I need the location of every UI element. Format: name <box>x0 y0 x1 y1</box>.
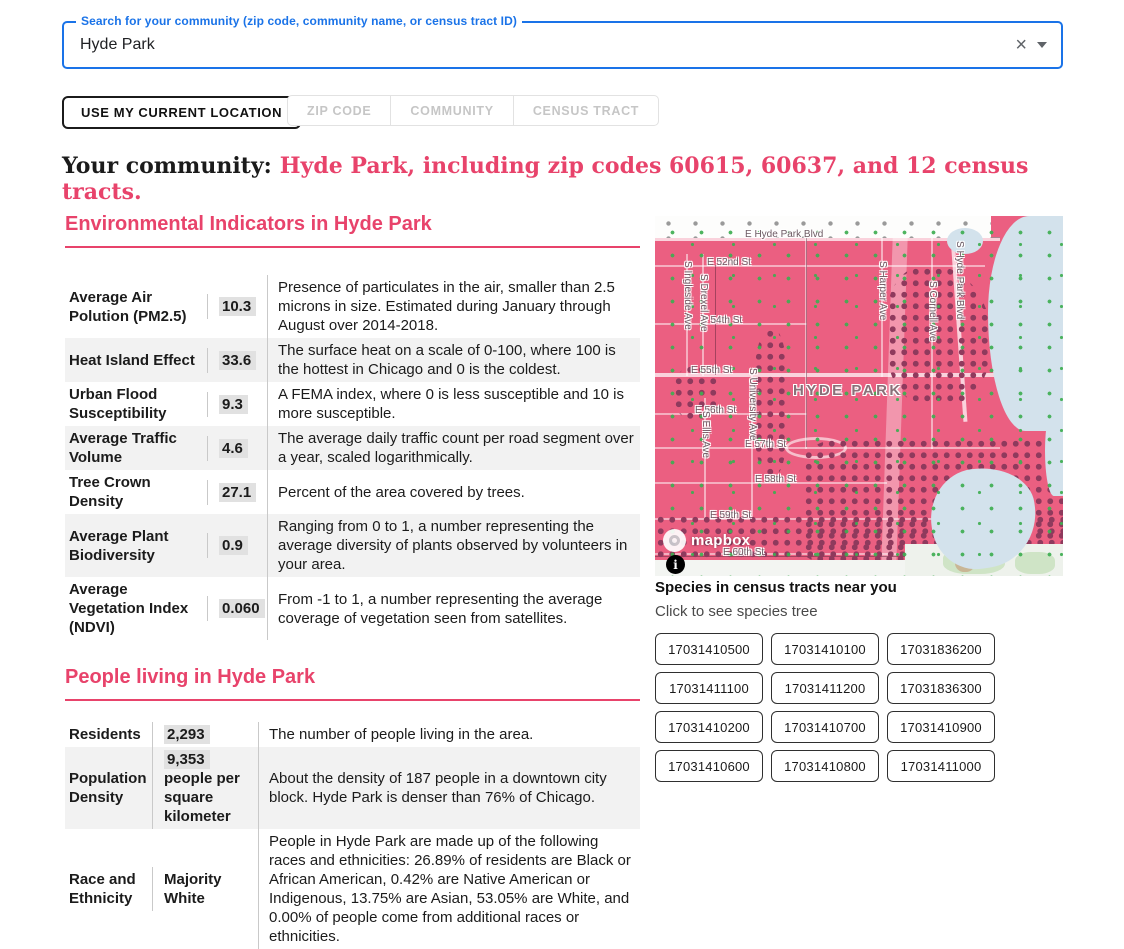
mapbox-logo[interactable]: mapbox <box>663 529 750 552</box>
indicator-label: Heat Island Effect <box>65 338 207 382</box>
census-tract-button[interactable]: 17031836200 <box>887 633 995 665</box>
map-info-button[interactable]: i <box>666 555 685 574</box>
census-tract-button[interactable]: 17031410100 <box>771 633 879 665</box>
people-description: People in Hyde Park are made up of the f… <box>258 829 640 949</box>
indicator-value: 4.6 <box>219 439 248 458</box>
tab-zip-code[interactable]: ZIP CODE <box>288 96 390 125</box>
census-tract-button[interactable]: 17031411100 <box>655 672 763 704</box>
lake-water <box>1045 406 1063 496</box>
indicator-label: Tree Crown Density <box>65 470 207 514</box>
indicator-description: From -1 to 1, a number representing the … <box>267 577 640 640</box>
people-description: About the density of 187 people in a dow… <box>258 747 640 829</box>
species-panel: Species in census tracts near you Click … <box>655 579 1065 782</box>
people-label: Race and Ethnicity <box>65 829 152 949</box>
census-tract-button[interactable]: 17031411200 <box>771 672 879 704</box>
census-tract-button[interactable]: 17031410900 <box>887 711 995 743</box>
table-row: Residents 2,293 The number of people liv… <box>65 722 640 747</box>
people-description: The number of people living in the area. <box>258 722 640 747</box>
lake-water <box>988 216 1063 431</box>
env-section-title: Environmental Indicators in Hyde Park <box>65 212 640 248</box>
tab-census-tract[interactable]: CENSUS TRACT <box>513 96 658 125</box>
street-label: S Ellis Ave <box>700 411 711 458</box>
table-row: Population Density 9,353 people per squa… <box>65 747 640 829</box>
chevron-down-icon[interactable] <box>1037 42 1047 48</box>
census-tract-button[interactable]: 17031410500 <box>655 633 763 665</box>
street-label: E Hyde Park Blvd <box>745 229 823 240</box>
people-table: Residents 2,293 The number of people liv… <box>65 722 640 949</box>
table-row: Heat Island Effect 33.6 The surface heat… <box>65 338 640 382</box>
people-value-suffix: Majority White <box>164 871 222 907</box>
indicator-description: The average daily traffic count per road… <box>267 426 640 470</box>
env-indicators-table: Average Air Polution (PM2.5) 10.3 Presen… <box>65 275 640 640</box>
census-tract-button[interactable]: 17031410200 <box>655 711 763 743</box>
community-map[interactable]: E Hyde Park Blvd E 52nd St E 54th St E 5… <box>655 216 1063 576</box>
people-value: 2,293 <box>164 725 210 744</box>
people-label: Residents <box>65 722 152 747</box>
indicator-value: 33.6 <box>219 351 256 370</box>
census-tract-button[interactable]: 17031410700 <box>771 711 879 743</box>
table-row: Average Traffic Volume 4.6 The average d… <box>65 426 640 470</box>
species-subtitle: Click to see species tree <box>655 603 1065 620</box>
tab-community[interactable]: COMMUNITY <box>390 96 512 125</box>
pond-water <box>947 228 983 254</box>
indicator-description: Presence of particulates in the air, sma… <box>267 275 640 338</box>
street-label: E 55th St <box>691 365 732 376</box>
search-field-label: Search for your community (zip code, com… <box>76 14 522 28</box>
indicator-value: 0.9 <box>219 536 248 555</box>
people-value: 9,353 <box>164 750 210 769</box>
census-tract-button[interactable]: 17031411000 <box>887 750 995 782</box>
indicator-description: Percent of the area covered by trees. <box>267 470 640 514</box>
census-tract-button[interactable]: 17031410600 <box>655 750 763 782</box>
mapbox-icon <box>663 529 686 552</box>
species-title: Species in census tracts near you <box>655 579 1065 596</box>
park-pattern <box>753 328 789 478</box>
street-label: S Hyde Park Blvd <box>954 241 965 319</box>
indicator-label: Average Traffic Volume <box>65 426 207 470</box>
census-tract-button[interactable]: 17031836300 <box>887 672 995 704</box>
street-label: S University Ave <box>747 368 758 441</box>
census-tract-grid: 17031410500 17031410100 17031836200 1703… <box>655 633 1065 782</box>
community-summary-prefix: Your community: <box>62 153 272 179</box>
community-search-field: Search for your community (zip code, com… <box>62 21 1063 69</box>
region-label: HYDE PARK <box>793 382 903 399</box>
indicator-value: 0.060 <box>219 599 265 618</box>
left-column: Environmental Indicators in Hyde Park Av… <box>65 212 640 949</box>
clear-icon[interactable]: × <box>1015 35 1027 55</box>
street-label: S Cornell Ave <box>927 281 938 341</box>
street-label: S Drexel Ave <box>698 274 709 332</box>
indicator-description: A FEMA index, where 0 is less susceptibl… <box>267 382 640 426</box>
table-row: Average Plant Biodiversity 0.9 Ranging f… <box>65 514 640 577</box>
people-section-title: People living in Hyde Park <box>65 665 640 701</box>
use-current-location-button[interactable]: USE MY CURRENT LOCATION <box>62 96 301 129</box>
indicator-value: 27.1 <box>219 483 256 502</box>
indicator-description: Ranging from 0 to 1, a number representi… <box>267 514 640 577</box>
street-label: E 59th St <box>710 510 751 521</box>
indicator-label: Average Vegetation Index (NDVI) <box>65 577 207 640</box>
table-row: Urban Flood Susceptibility 9.3 A FEMA in… <box>65 382 640 426</box>
indicator-label: Average Plant Biodiversity <box>65 514 207 577</box>
street-label: S Ingleside Ave <box>682 261 693 330</box>
people-label: Population Density <box>65 747 152 829</box>
indicator-value: 10.3 <box>219 297 256 316</box>
people-value-suffix: people per square kilometer <box>164 770 240 825</box>
table-row: Average Air Polution (PM2.5) 10.3 Presen… <box>65 275 640 338</box>
search-mode-tabs: ZIP CODE COMMUNITY CENSUS TRACT <box>287 95 659 126</box>
table-row: Race and Ethnicity Majority White People… <box>65 829 640 949</box>
indicator-label: Urban Flood Susceptibility <box>65 382 207 426</box>
community-summary: Your community:Hyde Park, including zip … <box>62 153 1062 205</box>
indicator-label: Average Air Polution (PM2.5) <box>65 275 207 338</box>
census-tract-button[interactable]: 17031410800 <box>771 750 879 782</box>
park-pattern <box>887 266 992 406</box>
table-row: Tree Crown Density 27.1 Percent of the a… <box>65 470 640 514</box>
street-label: S Harper Ave <box>877 261 888 320</box>
table-row: Average Vegetation Index (NDVI) 0.060 Fr… <box>65 577 640 640</box>
indicator-description: The surface heat on a scale of 0-100, wh… <box>267 338 640 382</box>
street-label: E 58th St <box>755 474 796 485</box>
indicator-value: 9.3 <box>219 395 248 414</box>
search-input[interactable] <box>64 36 1015 54</box>
street-label: E 52nd St <box>707 257 751 268</box>
